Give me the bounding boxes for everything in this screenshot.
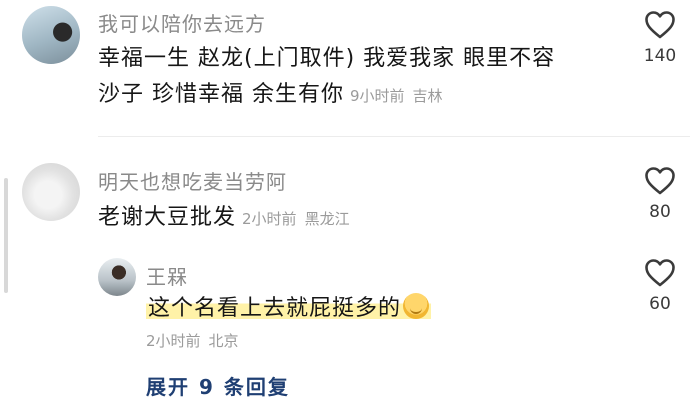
comment-location: 黑龙江 [304,210,350,228]
comment-meta: 9小时前 吉林 [350,87,443,105]
avatar[interactable] [22,163,80,221]
heart-icon [645,11,675,39]
reply-text-highlight: 这个名看上去就屁挺多的 [146,293,432,321]
expand-replies-button[interactable]: 展开 9 条回复 [146,371,290,400]
replier-name[interactable]: 王槑 [146,261,188,290]
comment-text: 幸福一生 赵龙(上门取件) 我爱我家 眼里不容 沙子 珍惜幸福 余生有你 9小时前… [98,41,608,114]
comment-text-line-2: 沙子 珍惜幸福 余生有你 [98,82,344,107]
like-count: 60 [649,294,671,314]
comment-text-line: 沙子 珍惜幸福 余生有你 9小时前 吉林 [98,77,608,114]
heart-icon [645,259,675,287]
like-count: 80 [649,202,671,222]
reply-text: 这个名看上去就屁挺多的 [146,291,432,327]
reply-time: 2小时前 [146,332,201,350]
heart-icon [645,167,675,195]
comment-text-line: 幸福一生 赵龙(上门取件) 我爱我家 眼里不容 [98,46,556,71]
like-button[interactable]: 60 [630,258,690,314]
comment-time: 9小时前 [350,87,405,105]
avatar[interactable] [22,6,80,64]
reply-text-content: 这个名看上去就屁挺多的 [148,296,402,321]
comment-location: 吉林 [412,87,443,105]
comment-time: 2小时前 [242,210,297,228]
like-count: 140 [643,46,677,66]
scrollbar[interactable] [4,178,8,293]
reply-meta: 2小时前 北京 [146,330,239,351]
like-button[interactable]: 140 [630,10,690,66]
commenter-name[interactable]: 明天也想吃麦当劳阿 [98,166,287,195]
shy-face-emoji-icon [403,293,430,319]
avatar[interactable] [98,258,136,296]
reply-location: 北京 [208,332,239,350]
commenter-name[interactable]: 我可以陪你去远方 [98,8,266,37]
comment-text-content: 老谢大豆批发 [98,205,237,230]
divider [98,136,690,137]
comment-meta: 2小时前 黑龙江 [242,210,350,228]
like-button[interactable]: 80 [630,166,690,222]
comment-text: 老谢大豆批发 2小时前 黑龙江 [98,200,350,237]
